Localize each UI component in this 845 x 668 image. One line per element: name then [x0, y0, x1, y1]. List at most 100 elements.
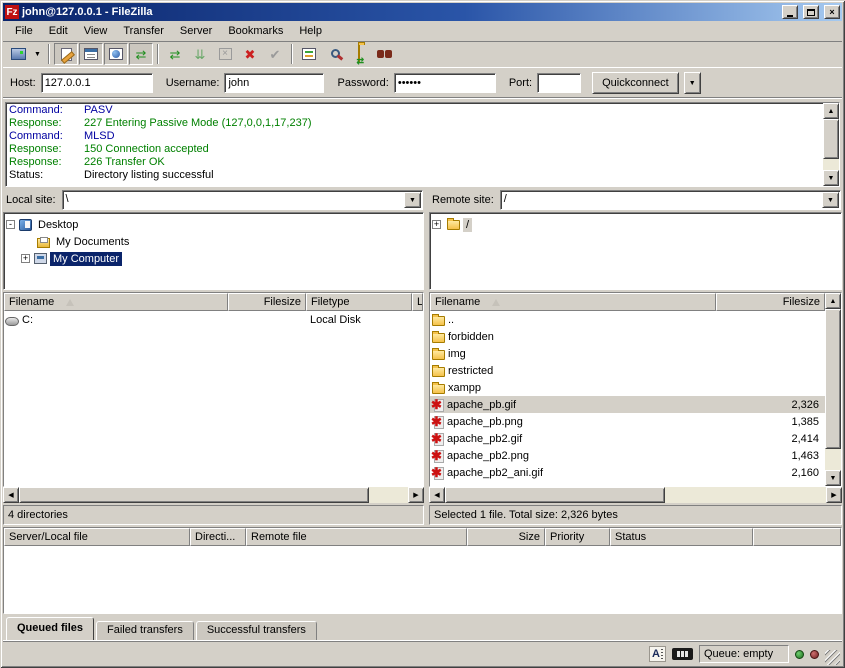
local-file-row[interactable]: C: Local Disk — [4, 311, 423, 328]
tab-queued-files[interactable]: Queued files — [6, 617, 94, 640]
menu-help[interactable]: Help — [291, 23, 330, 39]
tab-failed-transfers[interactable]: Failed transfers — [96, 621, 194, 640]
column-header-direction[interactable]: Directi... — [190, 528, 246, 546]
remote-vertical-scrollbar[interactable]: ▲ ▼ — [825, 293, 841, 486]
disk-drive-icon — [5, 317, 19, 326]
remote-folder-row[interactable]: forbidden — [430, 328, 825, 345]
menu-file[interactable]: File — [7, 23, 41, 39]
column-header-lastmodified[interactable]: L — [412, 293, 423, 311]
scroll-down-icon[interactable]: ▼ — [823, 170, 839, 186]
column-header-filesize[interactable]: Filesize — [716, 293, 825, 311]
tree-item-my-documents[interactable]: My Documents — [6, 233, 421, 250]
tree-item-root[interactable]: + / — [432, 216, 839, 233]
menu-view[interactable]: View — [76, 23, 116, 39]
synchronized-browsing-button[interactable]: ⇄ — [347, 43, 371, 65]
username-input[interactable] — [224, 73, 324, 93]
column-header-server-local-file[interactable]: Server/Local file — [4, 528, 190, 546]
filter-button[interactable] — [322, 43, 346, 65]
minimize-button[interactable] — [782, 5, 798, 19]
log-line: Response:150 Connection accepted — [9, 143, 823, 156]
ascii-datatype-icon: A — [649, 646, 666, 662]
tree-item-my-computer[interactable]: + My Computer — [6, 250, 421, 267]
quickconnect-dropdown-button[interactable]: ▼ — [684, 72, 701, 94]
tab-successful-transfers[interactable]: Successful transfers — [196, 621, 317, 640]
site-manager-dropdown-button[interactable]: ▼ — [31, 43, 44, 65]
column-header-filename[interactable]: Filename — [430, 293, 716, 311]
remote-folder-row[interactable]: xampp — [430, 379, 825, 396]
process-queue-icon: ⇊ — [195, 48, 206, 61]
host-input[interactable] — [41, 73, 153, 93]
password-input[interactable] — [394, 73, 496, 93]
remote-file-row[interactable]: apache_pb2.png1,463 — [430, 447, 825, 464]
menu-transfer[interactable]: Transfer — [115, 23, 172, 39]
username-label: Username: — [166, 77, 220, 89]
remote-folder-row[interactable]: img — [430, 345, 825, 362]
scroll-left-icon[interactable]: ◀ — [429, 487, 445, 503]
remote-horizontal-scrollbar[interactable]: ◀ ▶ — [429, 487, 842, 503]
scroll-up-icon[interactable]: ▲ — [825, 293, 841, 309]
local-site-dropdown-button[interactable]: ▼ — [404, 192, 421, 208]
remote-site-dropdown-button[interactable]: ▼ — [822, 192, 839, 208]
column-header-filesize[interactable]: Filesize — [228, 293, 306, 311]
expand-icon[interactable]: + — [21, 254, 30, 263]
scroll-up-icon[interactable]: ▲ — [823, 103, 839, 119]
remote-site-combobox[interactable]: / ▼ — [500, 190, 841, 210]
remote-folder-row[interactable]: .. — [430, 311, 825, 328]
menu-server[interactable]: Server — [172, 23, 220, 39]
log-line: Command:PASV — [9, 104, 823, 117]
local-file-list: Filename Filesize Filetype L C: Local Di… — [3, 292, 424, 487]
binoculars-icon — [377, 50, 392, 58]
column-header-status[interactable]: Status — [610, 528, 753, 546]
remote-tree-toggle-button[interactable] — [104, 43, 128, 65]
remote-list-body: .. forbidden img restricted xampp apache… — [430, 311, 825, 486]
scrollbar-thumb[interactable] — [823, 119, 839, 159]
port-input[interactable] — [537, 73, 581, 93]
quickconnect-button[interactable]: Quickconnect — [592, 72, 679, 94]
synchronized-browsing-icon: ⇄ — [358, 45, 360, 63]
queue-toggle-button[interactable]: ⇄ — [129, 43, 153, 65]
scrollbar-thumb[interactable] — [825, 309, 841, 449]
remote-file-row-selected[interactable]: apache_pb.gif2,326 — [430, 396, 825, 413]
scroll-down-icon[interactable]: ▼ — [825, 470, 841, 486]
remote-file-row[interactable]: apache_pb2_ani.gif2,160 — [430, 464, 825, 481]
column-header-priority[interactable]: Priority — [545, 528, 610, 546]
remote-file-row[interactable]: apache_pb.png1,385 — [430, 413, 825, 430]
disconnect-button[interactable]: ✖ — [238, 43, 262, 65]
local-tree-toggle-button[interactable] — [79, 43, 103, 65]
column-header-remote-file[interactable]: Remote file — [246, 528, 467, 546]
resize-grip[interactable] — [825, 650, 840, 665]
find-files-button[interactable] — [372, 43, 396, 65]
column-header-filetype[interactable]: Filetype — [306, 293, 412, 311]
expand-icon[interactable]: + — [432, 220, 441, 229]
scrollbar-thumb[interactable] — [445, 487, 665, 503]
menu-edit[interactable]: Edit — [41, 23, 76, 39]
maximize-icon — [807, 9, 815, 16]
remote-site-value: / — [501, 191, 821, 209]
column-header-size[interactable]: Size — [467, 528, 545, 546]
maximize-button[interactable] — [803, 5, 819, 19]
remote-folder-row[interactable]: restricted — [430, 362, 825, 379]
local-site-combobox[interactable]: \ ▼ — [62, 190, 423, 210]
column-header-filename[interactable]: Filename — [4, 293, 228, 311]
log-scrollbar[interactable]: ▲ ▼ — [823, 103, 839, 186]
scroll-right-icon[interactable]: ▶ — [826, 487, 842, 503]
host-label: Host: — [10, 77, 36, 89]
remote-file-row[interactable]: apache_pb2.gif2,414 — [430, 430, 825, 447]
column-header-empty — [753, 528, 841, 546]
directory-comparison-button[interactable] — [297, 43, 321, 65]
process-queue-button[interactable]: ⇊ — [188, 43, 212, 65]
refresh-button[interactable]: ⇄ — [163, 43, 187, 65]
message-log-toggle-button[interactable] — [54, 43, 78, 65]
scrollbar-thumb[interactable] — [19, 487, 369, 503]
collapse-icon[interactable]: - — [6, 220, 15, 229]
toolbar: ▼ ⇄ ⇄ ⇊ × ✖ ✔ ⇄ — [3, 41, 842, 68]
menu-bookmarks[interactable]: Bookmarks — [220, 23, 291, 39]
scroll-left-icon[interactable]: ◀ — [3, 487, 19, 503]
reconnect-button[interactable]: ✔ — [263, 43, 287, 65]
tree-item-desktop[interactable]: - Desktop — [6, 216, 421, 233]
scroll-right-icon[interactable]: ▶ — [408, 487, 424, 503]
close-button[interactable]: × — [824, 5, 840, 19]
local-horizontal-scrollbar[interactable]: ◀ ▶ — [3, 487, 424, 503]
site-manager-button[interactable] — [6, 43, 30, 65]
cancel-operation-button[interactable]: × — [213, 43, 237, 65]
